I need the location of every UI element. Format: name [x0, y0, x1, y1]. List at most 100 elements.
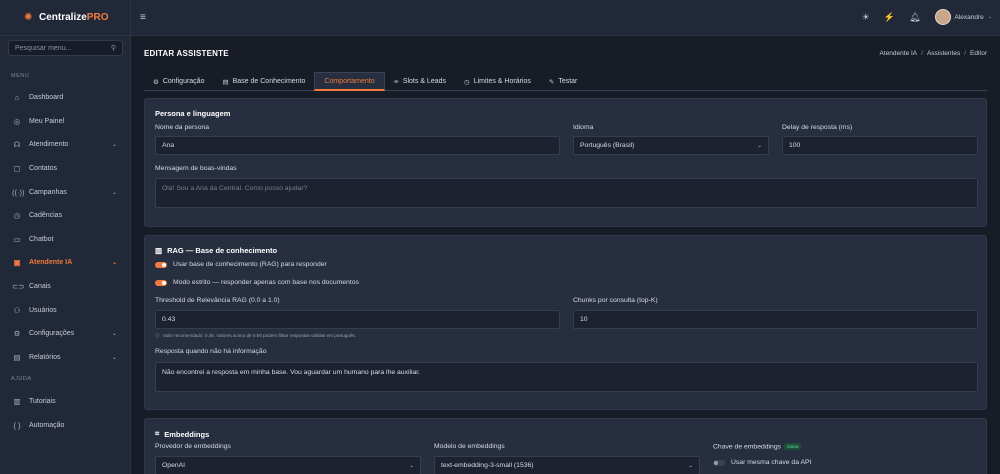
topbar: ≡ ☀ ⚡ 🔔︎ Alexandre ⌄ [131, 0, 1000, 36]
delay-field[interactable] [782, 136, 978, 155]
language-label: Idioma [573, 124, 594, 131]
search-icon[interactable]: ⚲ [111, 44, 116, 52]
chevron-down-icon: ⌄ [757, 142, 762, 149]
chevron-down-icon: ⌄ [688, 462, 693, 469]
clock-icon: ◷ [13, 211, 21, 221]
menu-section-label: MENU [11, 73, 30, 79]
threshold-field[interactable] [155, 310, 560, 329]
breadcrumb-separator: / [921, 50, 923, 57]
sidebar-item-usuarios[interactable]: ⚇ Usuários [0, 298, 131, 322]
help-nav: ▥ Tutoriais { } Automação [0, 390, 131, 437]
code-icon: { } [13, 420, 21, 430]
welcome-field[interactable] [155, 178, 978, 208]
language-selected: Português (Brasil) [580, 142, 635, 149]
persona-name-label: Nome da persona [155, 124, 210, 131]
avatar[interactable] [934, 9, 951, 25]
chart-icon: ▤ [13, 352, 21, 362]
sidebar-item-tutoriais[interactable]: ▥ Tutoriais [0, 390, 131, 414]
sidebar-item-contatos[interactable]: ▢ Contatos [0, 157, 131, 181]
clock-icon: ◷ [464, 78, 470, 86]
wand-icon: ✎ [548, 78, 555, 86]
sidebar-item-canais[interactable]: ⊂⊃ Canais [0, 275, 131, 299]
sidebar-item-dashboard[interactable]: ⌂ Dashboard [0, 86, 131, 110]
gear-icon: ⚙ [13, 329, 21, 339]
threshold-input[interactable] [162, 316, 553, 323]
sidebar-item-atendente-ia[interactable]: ▣ Atendente IA ⌄ [0, 251, 131, 275]
brand-name: CentralizePRO [39, 12, 109, 23]
bell-icon[interactable]: 🔔︎ [909, 12, 920, 23]
fallback-textarea[interactable]: Não encontrei a resposta em minha base. … [162, 363, 971, 391]
headset-icon: ☊ [13, 140, 21, 150]
tag-icon: ⌯ [393, 77, 399, 85]
chunks-label: Chunks por consulta (top-K) [573, 297, 658, 304]
menu-search-input[interactable] [15, 44, 105, 52]
sidebar-item-relatorios[interactable]: ▤ Relatórios ⌄ [0, 346, 131, 370]
language-select[interactable]: Português (Brasil) ⌄ [573, 136, 769, 155]
chat-icon: ▭ [13, 234, 21, 244]
menu-search[interactable]: ⚲ [8, 40, 123, 56]
help-section-label: AJUDA [11, 376, 32, 382]
breadcrumb-separator: / [964, 50, 967, 57]
sidebar-item-campanhas[interactable]: ((·)) Campanhas ⌄ [0, 180, 131, 204]
strict-mode-toggle[interactable] [155, 279, 167, 286]
chunks-input[interactable] [580, 316, 971, 323]
sun-logo-icon: ✺ [24, 12, 33, 23]
breadcrumb-item[interactable]: Assistentes [927, 50, 960, 57]
chunks-field[interactable] [573, 310, 978, 329]
delay-label: Delay de resposta (ms) [782, 124, 853, 131]
user-menu[interactable]: Alexandre ⌄ [934, 9, 992, 25]
embeddings-provider-label: Provedor de embeddings [155, 443, 231, 450]
tab-limites-horarios[interactable]: ◷ Limites & Horários [455, 72, 540, 91]
delay-input[interactable] [789, 142, 971, 149]
hamburger-menu-icon[interactable]: ≡ [140, 12, 146, 23]
sidebar-item-chatbot[interactable]: ▭ Chatbot [0, 228, 131, 252]
wifi-off-icon[interactable]: ⚡ [884, 12, 895, 23]
threshold-hint: ⓘ Valor recomendado: 0.45. Valores acima … [155, 333, 356, 338]
persona-card-title: Persona e linguagem [155, 109, 231, 118]
embeddings-model-select[interactable]: text-embedding-3-small (1536) ⌄ [434, 456, 700, 474]
tab-bar: ⚙ Configuração ▤ Base de Conhecimento Comp… [144, 72, 987, 91]
sidebar-item-atendimento[interactable]: ☊ Atendimento ⌄ [0, 133, 131, 157]
saved-badge: Salva [784, 443, 802, 450]
persona-card: Persona e linguagem Nome da persona Idio… [144, 98, 987, 227]
welcome-textarea[interactable] [162, 179, 971, 207]
broadcast-icon: ((·)) [12, 187, 25, 197]
topbar-actions: ☀ ⚡ 🔔︎ Alexandre ⌄ [862, 9, 992, 25]
embeddings-model-label: Modelo de embeddings [434, 443, 505, 450]
sidebar-item-meu-painel[interactable]: ◎ Meu Painel [0, 110, 131, 134]
same-key-toggle[interactable] [713, 459, 725, 466]
chevron-down-icon: ⌄ [111, 142, 117, 149]
sidebar: ✺ CentralizePRO ⚲ MENU ⌂Dashboard ◎Meu P… [0, 0, 131, 474]
chevron-down-icon: ⌄ [111, 260, 117, 267]
brand[interactable]: ✺ CentralizePRO [0, 0, 130, 36]
chevron-down-icon: ⌄ [409, 462, 414, 469]
main-content: EDITAR ASSISTENTE Atendente IA / Assiste… [131, 36, 1000, 474]
robot-icon: ▣ [13, 258, 21, 268]
embeddings-key-label: Chave de embeddings Salva [713, 443, 802, 450]
gear-icon: ⚙ [153, 78, 159, 86]
home-icon: ⌂ [14, 93, 20, 103]
sidebar-item-cadencias[interactable]: ◷ Cadências [0, 204, 131, 228]
same-key-toggle-row[interactable]: Usar mesma chave da API [713, 459, 811, 466]
use-rag-toggle[interactable] [155, 261, 167, 268]
tab-configuracao[interactable]: ⚙ Configuração [144, 72, 213, 91]
sidebar-nav: ⌂ Dashboard ◎ Meu Painel ☊ Atendimento ⌄ ▢ Co… [0, 86, 131, 369]
persona-name-input[interactable] [162, 142, 553, 149]
strict-mode-toggle-row[interactable]: Modo estrito — responder apenas com base… [155, 279, 359, 286]
page-title: EDITAR ASSISTENTE [144, 49, 229, 58]
theme-sun-icon[interactable]: ☀ [862, 12, 870, 23]
breadcrumb-item[interactable]: Atendente IA [880, 50, 918, 57]
tab-slots-leads[interactable]: ⌯ Slots & Leads [385, 72, 455, 91]
link-icon: ⊂⊃ [12, 282, 25, 292]
tab-comportamento[interactable]: Comportamento [314, 72, 385, 91]
tab-base-conhecimento[interactable]: ▤ Base de Conhecimento [213, 72, 314, 91]
chevron-down-icon: ⌄ [111, 331, 117, 338]
fallback-field[interactable]: Não encontrei a resposta em minha base. … [155, 362, 978, 392]
sidebar-item-configuracoes[interactable]: ⚙ Configurações ⌄ [0, 322, 131, 346]
sidebar-item-automacao[interactable]: { } Automação [0, 414, 131, 438]
use-rag-toggle-row[interactable]: Usar base de conhecimento (RAG) para res… [155, 261, 327, 268]
tab-testar[interactable]: ✎ Testar [540, 72, 587, 91]
persona-name-field[interactable] [155, 136, 560, 155]
user-circle-icon: ◎ [13, 116, 21, 126]
embeddings-provider-select[interactable]: OpenAI ⌄ [155, 456, 421, 474]
